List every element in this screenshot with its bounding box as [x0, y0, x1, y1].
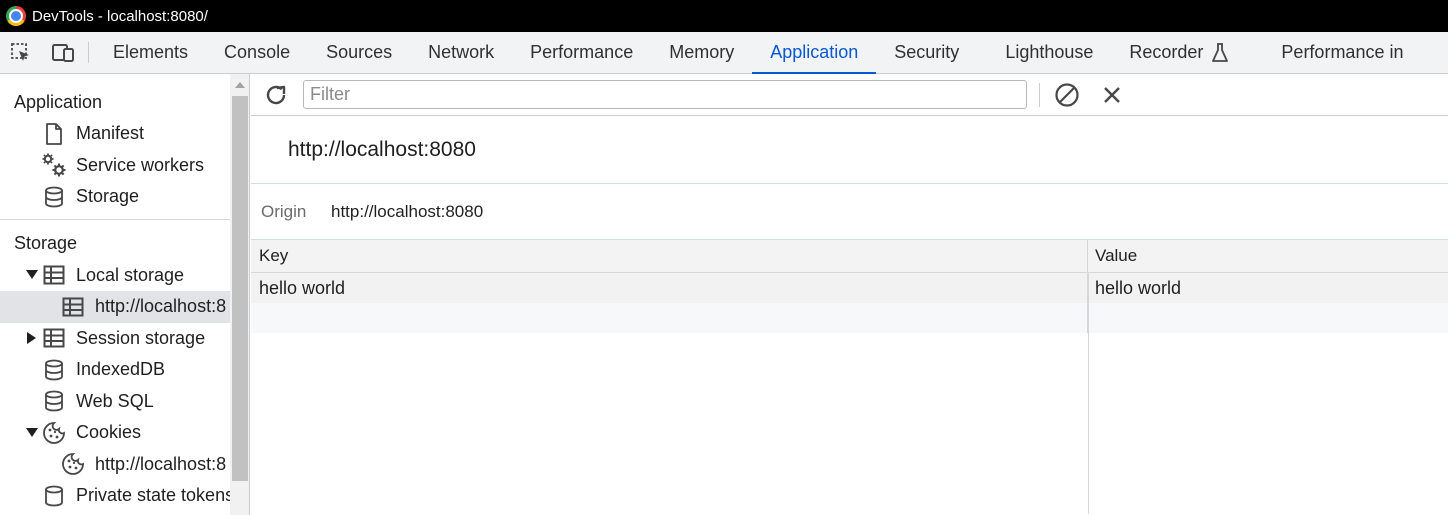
storage-toolbar — [251, 74, 1448, 116]
tab-elements[interactable]: Elements — [95, 32, 206, 73]
tab-label: Memory — [669, 42, 735, 62]
tab-recorder[interactable]: Recorder — [1111, 32, 1263, 73]
origin-row: Origin http://localhost:8080 — [251, 184, 1448, 240]
sidebar-item-cookies-origin[interactable]: http://localhost:8 — [0, 449, 230, 481]
sidebar-item-label: http://localhost:8 — [95, 453, 227, 474]
origin-value: http://localhost:8080 — [331, 201, 484, 221]
tab-label: Recorder — [1129, 42, 1204, 62]
sidebar-section-application: Application — [14, 91, 103, 112]
sidebar-item-indexeddb[interactable]: IndexedDB — [0, 354, 230, 386]
table-row[interactable]: hello world hello world — [251, 273, 1448, 303]
tab-performance[interactable]: Performance — [512, 32, 651, 73]
origin-label: Origin — [261, 201, 307, 221]
sidebar-item-label: Private state tokens — [76, 485, 230, 506]
table-row-empty[interactable] — [251, 303, 1448, 333]
sidebar-item-label: IndexedDB — [76, 359, 166, 380]
tab-label: Security — [894, 42, 960, 62]
tab-label: Application — [770, 42, 859, 62]
sidebar-item-private-state-tokens[interactable]: Private state tokens — [0, 480, 230, 512]
tab-label: Performance — [530, 42, 634, 62]
local-storage-panel: http://localhost:8080 Origin http://loca… — [251, 74, 1448, 515]
cell-value[interactable]: hello world — [1088, 273, 1448, 303]
refresh-icon[interactable] — [261, 81, 291, 109]
tab-performance-insights[interactable]: Performance in — [1263, 32, 1421, 73]
sidebar-item-local-storage-origin[interactable]: http://localhost:8 — [0, 291, 230, 323]
expand-arrow-down-icon[interactable] — [25, 268, 39, 282]
sidebar-item-storage[interactable]: Storage — [0, 181, 230, 213]
database-icon — [41, 389, 67, 413]
tab-console[interactable]: Console — [206, 32, 308, 73]
chrome-logo-icon — [6, 6, 26, 26]
tab-label: Console — [224, 42, 291, 62]
storage-data-grid: Key Value hello world hello world — [251, 240, 1448, 514]
tab-memory[interactable]: Memory — [651, 32, 752, 73]
database-icon — [41, 358, 67, 382]
inspect-element-icon[interactable] — [0, 32, 42, 73]
sidebar-item-label: Web SQL — [76, 390, 154, 411]
table-icon — [41, 263, 67, 287]
sidebar-item-label: http://localhost:8 — [95, 296, 227, 317]
title-bar: DevTools - localhost:8080/ — [0, 0, 1448, 32]
column-divider — [1088, 273, 1089, 514]
sidebar-section-storage: Storage — [14, 233, 78, 253]
cell-value-empty[interactable] — [1088, 303, 1448, 333]
cell-key[interactable]: hello world — [251, 273, 1088, 303]
toolbar-separator — [1039, 83, 1040, 107]
gears-icon — [41, 153, 67, 177]
sidebar-item-label: Service workers — [76, 154, 205, 175]
column-header-key[interactable]: Key — [251, 240, 1088, 272]
tab-network[interactable]: Network — [410, 32, 512, 73]
sidebar-item-label: Session storage — [76, 327, 206, 348]
application-sidebar: Application Manifest Service workers Sto… — [0, 74, 230, 515]
window-title: DevTools - localhost:8080/ — [32, 7, 208, 25]
tab-lighthouse[interactable]: Lighthouse — [987, 32, 1111, 73]
document-icon — [41, 122, 67, 146]
sidebar-item-label: Storage — [76, 186, 140, 207]
sidebar-item-manifest[interactable]: Manifest — [0, 118, 230, 150]
expand-arrow-down-icon[interactable] — [25, 426, 39, 440]
cell-key-empty[interactable] — [251, 303, 1088, 333]
database-icon — [41, 185, 67, 209]
grid-header: Key Value — [251, 240, 1448, 273]
sidebar-item-label: Manifest — [76, 123, 145, 144]
toolbar-separator — [88, 42, 89, 63]
cookie-icon — [60, 452, 86, 476]
filter-input[interactable] — [303, 80, 1027, 109]
database-icon — [41, 484, 67, 508]
tab-label: Elements — [113, 42, 189, 62]
cookie-icon — [41, 421, 67, 445]
tab-label: Sources — [326, 42, 393, 62]
column-header-value[interactable]: Value — [1088, 240, 1448, 272]
scrollbar-thumb[interactable] — [232, 96, 248, 481]
sidebar-item-session-storage[interactable]: Session storage — [0, 323, 230, 355]
table-icon — [60, 295, 86, 319]
sidebar-item-label: Cookies — [76, 422, 142, 443]
sidebar-item-service-workers[interactable]: Service workers — [0, 150, 230, 182]
sidebar-item-local-storage[interactable]: Local storage — [0, 260, 230, 292]
tab-security[interactable]: Security — [876, 32, 987, 73]
sidebar-item-web-sql[interactable]: Web SQL — [0, 386, 230, 418]
delete-icon[interactable] — [1099, 82, 1125, 108]
devtools-tab-bar: Elements Console Sources Network Perform… — [0, 32, 1448, 74]
origin-heading: http://localhost:8080 — [251, 116, 1448, 184]
tab-label: Lighthouse — [1005, 42, 1094, 62]
sidebar-divider — [0, 218, 230, 220]
tab-application[interactable]: Application — [752, 32, 877, 74]
clear-all-icon[interactable] — [1054, 82, 1080, 108]
sidebar-item-cookies[interactable]: Cookies — [0, 417, 230, 449]
scroll-up-arrow-icon[interactable] — [235, 82, 245, 88]
table-icon — [41, 326, 67, 350]
sidebar-scrollbar[interactable] — [230, 74, 250, 515]
device-toolbar-icon[interactable] — [42, 32, 84, 73]
tab-sources[interactable]: Sources — [308, 32, 410, 73]
sidebar-item-label: Local storage — [76, 264, 185, 285]
tab-label: Performance in — [1281, 42, 1404, 62]
expand-arrow-right-icon[interactable] — [25, 331, 39, 345]
flask-icon — [1211, 42, 1229, 63]
tab-label: Network — [428, 42, 495, 62]
